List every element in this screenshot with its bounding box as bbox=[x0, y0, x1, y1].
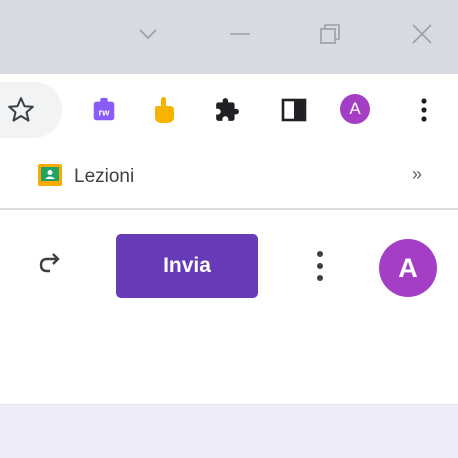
close-icon[interactable] bbox=[410, 22, 434, 46]
kebab-menu-icon[interactable] bbox=[410, 96, 438, 124]
minimize-icon[interactable] bbox=[228, 22, 252, 46]
bookmark-lezioni[interactable]: Lezioni bbox=[38, 163, 135, 191]
more-options-icon[interactable] bbox=[310, 248, 330, 284]
redo-icon[interactable] bbox=[36, 250, 66, 280]
puzzle-extensions-icon[interactable] bbox=[213, 96, 241, 124]
profile-initial: A bbox=[349, 99, 361, 118]
bookmarks-bar: Lezioni » bbox=[0, 146, 458, 210]
svg-text:rw: rw bbox=[99, 108, 111, 118]
account-initial: A bbox=[398, 252, 418, 283]
rw-extension-icon[interactable]: rw bbox=[90, 96, 118, 124]
form-background bbox=[0, 404, 458, 458]
send-button[interactable]: Invia bbox=[116, 234, 258, 298]
restore-icon[interactable] bbox=[318, 22, 342, 46]
title-bar bbox=[0, 0, 458, 74]
bookmarks-overflow-button[interactable]: » bbox=[412, 164, 422, 185]
chevron-down-icon[interactable] bbox=[136, 22, 160, 46]
hand-extension-icon[interactable] bbox=[150, 96, 178, 124]
bookmark-label: Lezioni bbox=[74, 166, 135, 187]
side-panel-icon[interactable] bbox=[280, 96, 308, 124]
forms-header: Invia A bbox=[0, 210, 458, 458]
browser-toolbar: rw A bbox=[0, 74, 458, 146]
account-avatar[interactable]: A bbox=[379, 239, 437, 297]
omnibox[interactable] bbox=[0, 82, 62, 138]
send-button-label: Invia bbox=[163, 254, 211, 277]
star-icon[interactable] bbox=[6, 95, 36, 130]
classroom-icon bbox=[38, 163, 62, 191]
profile-avatar[interactable]: A bbox=[340, 94, 370, 124]
